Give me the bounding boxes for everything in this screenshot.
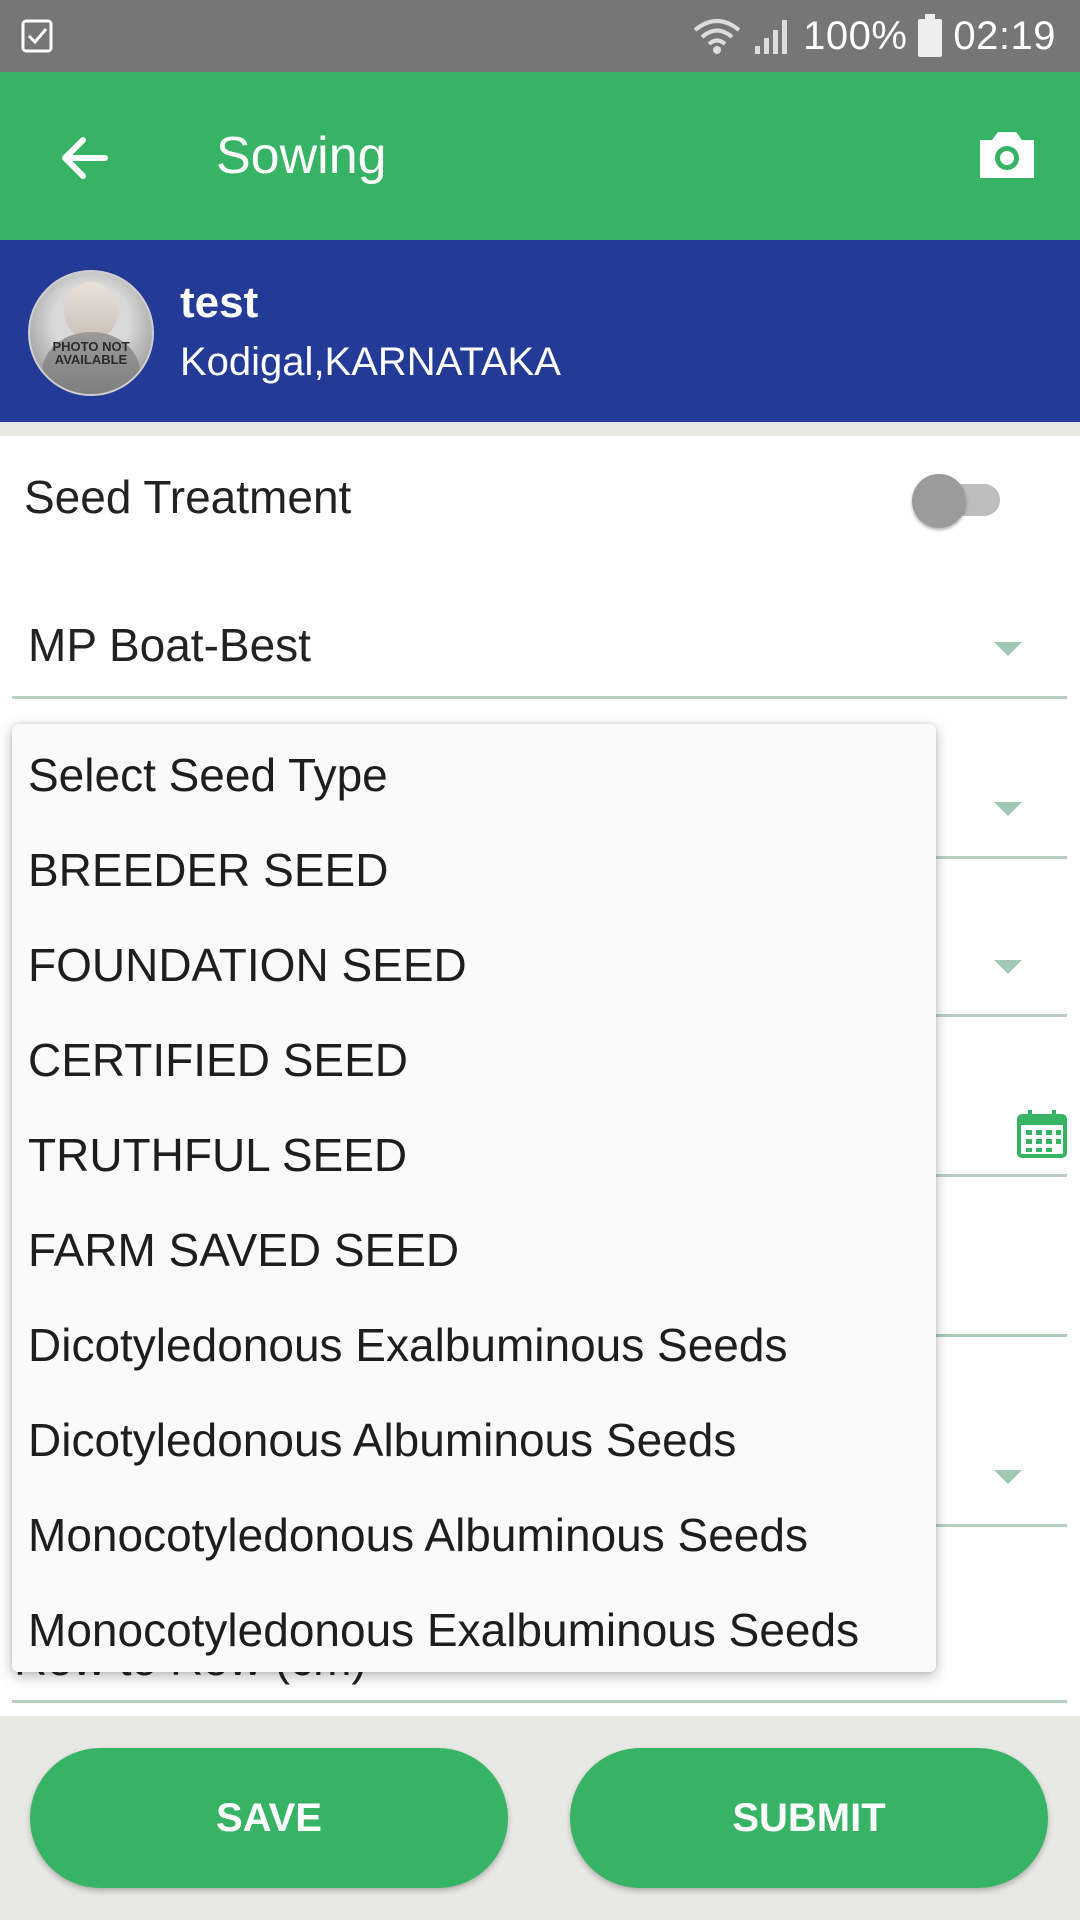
dropdown-option[interactable]: Select Seed Type bbox=[28, 748, 388, 802]
avatar-placeholder-text: PHOTO NOT AVAILABLE bbox=[52, 339, 130, 367]
status-bar: 100% 02:19 bbox=[0, 0, 1080, 72]
submit-button[interactable]: SUBMIT bbox=[570, 1748, 1048, 1888]
arrow-left-icon[interactable] bbox=[55, 128, 115, 188]
status-right: 100% 02:19 bbox=[691, 12, 1056, 60]
dropdown-option[interactable]: Dicotyledonous Albuminous Seeds bbox=[28, 1413, 736, 1467]
battery-icon bbox=[918, 14, 943, 57]
dropdown-option[interactable]: FARM SAVED SEED bbox=[28, 1223, 459, 1277]
dropdown-option[interactable]: CERTIFIED SEED bbox=[28, 1033, 408, 1087]
signal-icon bbox=[755, 20, 788, 54]
clock: 02:19 bbox=[953, 13, 1056, 58]
app-bar: Sowing bbox=[0, 72, 1080, 240]
farmer-profile: PHOTO NOT AVAILABLE test Kodigal,KARNATA… bbox=[0, 240, 1080, 422]
wifi-icon bbox=[693, 19, 741, 54]
calendar-icon[interactable] bbox=[1016, 1108, 1068, 1160]
dropdown-option[interactable]: Monocotyledonous Albuminous Seeds bbox=[28, 1508, 808, 1562]
camera-icon[interactable] bbox=[974, 122, 1040, 188]
avatar: PHOTO NOT AVAILABLE bbox=[28, 270, 154, 396]
chevron-down-icon[interactable] bbox=[994, 642, 1022, 656]
variety-select-value[interactable]: MP Boat-Best bbox=[28, 618, 311, 672]
dropdown-option[interactable]: TRUTHFUL SEED bbox=[28, 1128, 407, 1182]
field-underline bbox=[12, 1700, 1067, 1703]
battery-percent: 100% bbox=[803, 13, 908, 58]
seed-treatment-toggle[interactable] bbox=[908, 472, 1008, 528]
field-underline bbox=[12, 696, 1067, 699]
chevron-down-icon[interactable] bbox=[994, 802, 1022, 816]
chevron-down-icon[interactable] bbox=[994, 1470, 1022, 1484]
dropdown-option[interactable]: BREEDER SEED bbox=[28, 843, 388, 897]
farmer-location: Kodigal,KARNATAKA bbox=[180, 340, 561, 384]
dropdown-option[interactable]: FOUNDATION SEED bbox=[28, 938, 467, 992]
seed-type-dropdown: Select Seed Type BREEDER SEED FOUNDATION… bbox=[12, 724, 936, 1672]
farmer-name: test bbox=[180, 278, 259, 327]
seed-treatment-label: Seed Treatment bbox=[24, 471, 352, 523]
save-button[interactable]: SAVE bbox=[30, 1748, 508, 1888]
dropdown-option[interactable]: Dicotyledonous Exalbuminous Seeds bbox=[28, 1318, 787, 1372]
page-title: Sowing bbox=[216, 127, 387, 185]
dropdown-option[interactable]: Monocotyledonous Exalbuminous Seeds bbox=[28, 1603, 859, 1657]
checkbox-icon bbox=[21, 19, 53, 53]
chevron-down-icon[interactable] bbox=[994, 960, 1022, 974]
